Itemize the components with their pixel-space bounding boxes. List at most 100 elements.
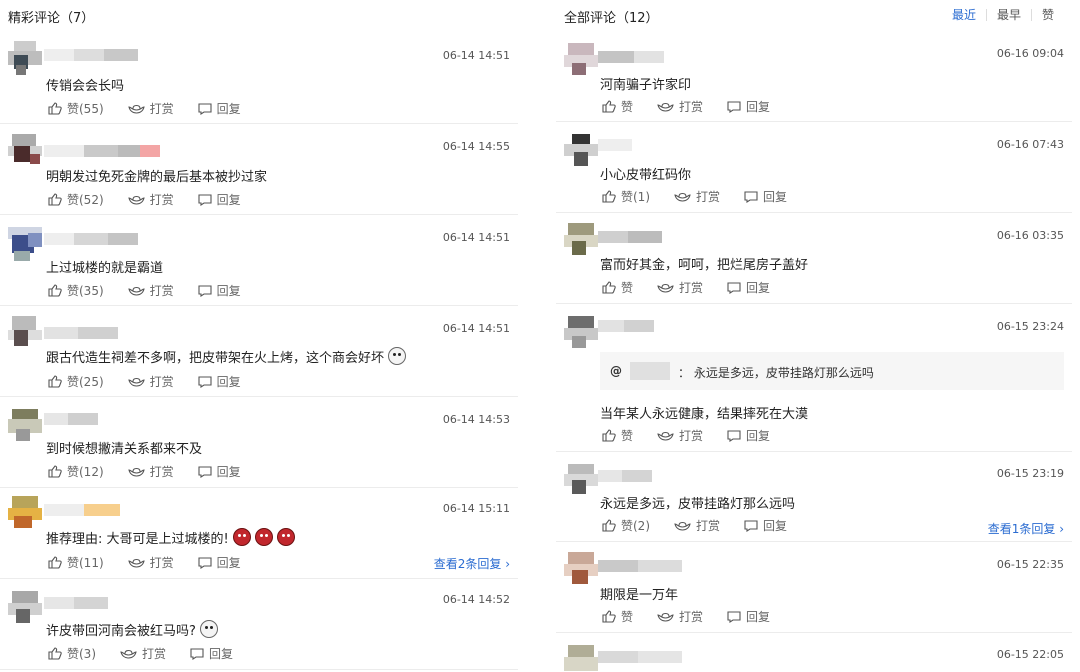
comment-item: 06-16 03:35 富而好其金，呵呵，把烂尾房子盖好 赞 打赏 回复: [556, 213, 1072, 304]
reward-ingot-icon: [657, 431, 674, 441]
reward-button[interactable]: 打赏: [657, 98, 703, 115]
reply-bubble-icon: [198, 375, 212, 388]
reward-ingot-icon: [120, 649, 137, 659]
reward-button[interactable]: 打赏: [657, 279, 703, 296]
like-count: 赞(3): [67, 647, 96, 661]
reward-button[interactable]: 打赏: [674, 188, 720, 205]
thumb-up-icon: [602, 519, 616, 532]
avatar: [564, 43, 598, 77]
reply-bubble-icon: [727, 429, 741, 442]
reward-ingot-icon: [657, 612, 674, 622]
comment-item: 06-14 14:55 明朝发过免死金牌的最后基本被抄过家 赞(52) 打赏 回…: [0, 124, 518, 215]
comment-item: 06-14 14:51 传销会会长吗 赞(55) 打赏 回复: [0, 33, 518, 124]
like-button[interactable]: 赞: [602, 98, 633, 115]
avatar: [8, 409, 42, 443]
thumb-up-icon: [48, 102, 62, 115]
reply-bubble-icon: [198, 556, 212, 569]
laughing-face-emoji-icon: [232, 528, 251, 546]
reward-button[interactable]: 打赏: [120, 645, 166, 662]
sort-latest-tab[interactable]: 最近: [942, 9, 986, 21]
reply-button[interactable]: 回复: [198, 282, 241, 299]
reply-label: 回复: [216, 284, 241, 298]
comment-time: 06-16 07:43: [996, 138, 1064, 151]
quoted-user-mention[interactable]: @: [610, 364, 622, 378]
thumb-up-icon: [48, 465, 62, 478]
reward-button[interactable]: 打赏: [127, 282, 174, 299]
like-button[interactable]: 赞(52): [48, 191, 104, 208]
comment-item: 06-15 23:19 永远是多远，皮带挂路灯那么远吗 赞(2) 打赏 回复 查…: [556, 452, 1072, 542]
reward-label: 打赏: [149, 284, 174, 298]
like-button[interactable]: 赞(3): [48, 645, 96, 662]
reply-bubble-icon: [198, 193, 212, 206]
reply-button[interactable]: 回复: [744, 517, 787, 534]
comment-item: 06-14 14:52 许皮带回河南会被红马吗? 赞(3) 打赏 回复: [0, 579, 518, 670]
view-replies-link[interactable]: 查看2条回复 ›: [434, 555, 510, 572]
thumb-up-icon: [602, 610, 616, 623]
like-button[interactable]: 赞: [602, 427, 633, 444]
sort-tabs: 最近 最早 赞: [942, 9, 1064, 21]
comment-item: 06-15 22:05: [556, 633, 1072, 672]
reward-button[interactable]: 打赏: [127, 191, 174, 208]
reward-button[interactable]: 打赏: [674, 517, 720, 534]
reply-button[interactable]: 回复: [727, 427, 770, 444]
like-button[interactable]: 赞: [602, 608, 633, 625]
reward-ingot-icon: [127, 467, 145, 477]
like-button[interactable]: 赞: [602, 279, 633, 296]
blurred-username: [44, 233, 138, 245]
comment-item: 06-15 22:35 期限是一万年 赞 打赏 回复: [556, 542, 1072, 633]
reply-bubble-icon: [190, 647, 204, 660]
like-button[interactable]: 赞(12): [48, 463, 104, 480]
blurred-username: [44, 597, 108, 609]
reward-label: 打赏: [149, 193, 174, 207]
like-button[interactable]: 赞(25): [48, 373, 104, 390]
avatar: [8, 316, 42, 350]
reply-label: 回复: [746, 281, 771, 295]
like-button[interactable]: 赞(35): [48, 282, 104, 299]
reply-button[interactable]: 回复: [198, 463, 241, 480]
reply-label: 回复: [763, 519, 788, 533]
reply-button[interactable]: 回复: [198, 191, 241, 208]
grinning-face-emoji-icon: [199, 620, 218, 638]
avatar: [8, 496, 42, 530]
reply-bubble-icon: [198, 102, 212, 115]
reply-bubble-icon: [744, 190, 758, 203]
comment-time: 06-15 23:24: [996, 320, 1064, 333]
reply-button[interactable]: 回复: [727, 98, 770, 115]
thumb-up-icon: [48, 193, 62, 206]
laughing-face-emoji-icon: [254, 528, 273, 546]
comment-text-content: 跟古代造生祠差不多啊，把皮带架在火上烤，这个商会好坏: [46, 351, 385, 366]
comment-time: 06-14 14:55: [442, 140, 510, 153]
reward-button[interactable]: 打赏: [127, 373, 174, 390]
reward-label: 打赏: [696, 190, 721, 204]
reward-label: 打赏: [149, 465, 174, 479]
reward-button[interactable]: 打赏: [127, 100, 174, 117]
reply-button[interactable]: 回复: [198, 100, 241, 117]
like-button[interactable]: 赞(1): [602, 188, 650, 205]
reply-button[interactable]: 回复: [744, 188, 787, 205]
reply-button[interactable]: 回复: [727, 608, 770, 625]
dizzy-face-emoji-icon: [388, 347, 407, 365]
reward-button[interactable]: 打赏: [127, 554, 174, 571]
reward-button[interactable]: 打赏: [127, 463, 174, 480]
view-replies-link[interactable]: 查看1条回复 ›: [988, 520, 1064, 537]
sort-likes-tab[interactable]: 赞: [1030, 9, 1064, 21]
reply-label: 回复: [746, 429, 771, 443]
like-button[interactable]: 赞(2): [602, 517, 650, 534]
like-button[interactable]: 赞(11): [48, 554, 104, 571]
blurred-username: [598, 231, 662, 243]
avatar: [8, 227, 42, 261]
reward-button[interactable]: 打赏: [657, 608, 703, 625]
like-count: 赞: [621, 429, 634, 443]
reward-button[interactable]: 打赏: [657, 427, 703, 444]
reply-button[interactable]: 回复: [198, 554, 241, 571]
reward-label: 打赏: [679, 281, 704, 295]
avatar: [564, 464, 598, 498]
reply-button[interactable]: 回复: [198, 373, 241, 390]
reply-bubble-icon: [727, 281, 741, 294]
avatar: [8, 134, 42, 168]
reply-button[interactable]: 回复: [727, 279, 770, 296]
sort-earliest-tab[interactable]: 最早: [985, 9, 1031, 21]
reply-button[interactable]: 回复: [190, 645, 233, 662]
like-button[interactable]: 赞(55): [48, 100, 104, 117]
reply-bubble-icon: [198, 465, 212, 478]
